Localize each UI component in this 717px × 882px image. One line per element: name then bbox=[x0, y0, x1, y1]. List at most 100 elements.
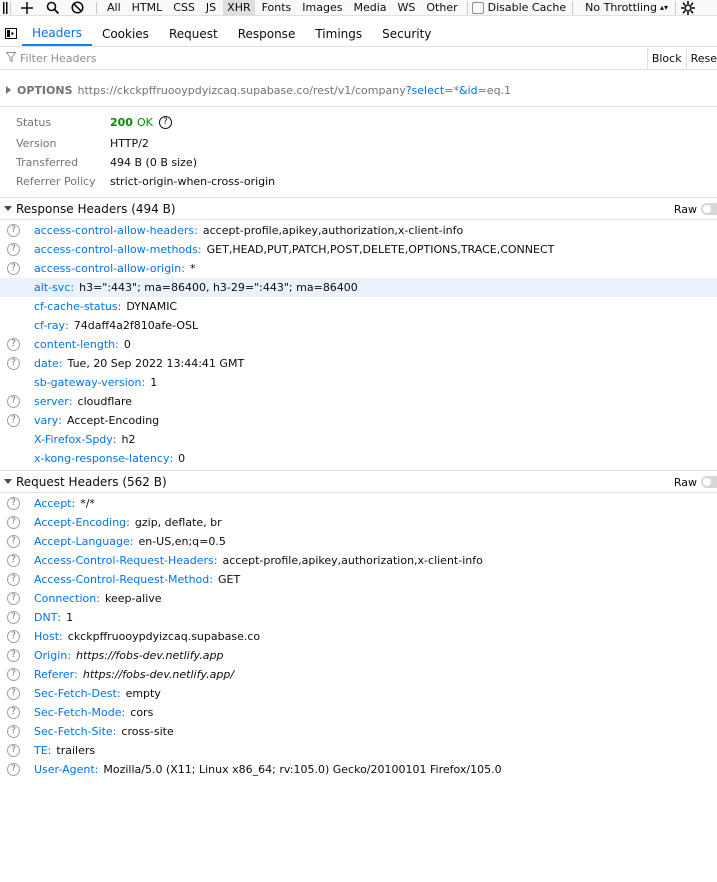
filter-ws[interactable]: WS bbox=[394, 0, 420, 16]
header-row[interactable]: ? Accept-Encoding: gzip, deflate, br bbox=[0, 513, 717, 532]
header-value[interactable]: 1 bbox=[66, 611, 73, 624]
raw-toggle[interactable]: Raw bbox=[674, 471, 717, 493]
filter-images[interactable]: Images bbox=[298, 0, 346, 16]
help-icon[interactable]: ? bbox=[7, 338, 20, 351]
header-value[interactable]: ckckpffruooypdyizcaq.supabase.co bbox=[68, 630, 260, 643]
help-icon[interactable]: ? bbox=[7, 554, 20, 567]
header-row[interactable]: x-kong-response-latency:0 bbox=[0, 449, 717, 468]
header-row[interactable]: ? Sec-Fetch-Dest: empty bbox=[0, 684, 717, 703]
help-icon[interactable]: ? bbox=[7, 357, 20, 370]
help-icon[interactable]: ? bbox=[7, 611, 20, 624]
header-value[interactable]: cloudflare bbox=[78, 395, 133, 408]
help-icon[interactable]: ? bbox=[7, 649, 20, 662]
header-row[interactable]: ? content-length:0 bbox=[0, 335, 717, 354]
header-value[interactable]: GET,HEAD,PUT,PATCH,POST,DELETE,OPTIONS,T… bbox=[207, 243, 555, 256]
header-value[interactable]: Accept-Encoding bbox=[67, 414, 159, 427]
header-value[interactable]: GET bbox=[218, 573, 240, 586]
header-row[interactable]: X-Firefox-Spdy: h2 bbox=[0, 430, 717, 449]
tab-headers[interactable]: Headers bbox=[22, 21, 92, 46]
header-value[interactable]: cross-site bbox=[121, 725, 173, 738]
header-value[interactable]: keep-alive bbox=[105, 592, 162, 605]
filter-css[interactable]: CSS bbox=[169, 0, 199, 16]
response-headers-section[interactable]: Response Headers (494 B) Raw bbox=[0, 197, 717, 220]
header-row[interactable]: ? Accept-Language: en-US,en;q=0.5 bbox=[0, 532, 717, 551]
pause-icon[interactable] bbox=[0, 0, 10, 16]
header-row[interactable]: cf-ray:74daff4a2f810afe-OSL bbox=[0, 316, 717, 335]
header-value[interactable]: DYNAMIC bbox=[126, 300, 177, 313]
help-icon[interactable]: ? bbox=[7, 592, 20, 605]
help-icon[interactable]: ? bbox=[7, 687, 20, 700]
header-value[interactable]: empty bbox=[126, 687, 161, 700]
header-value[interactable]: 0 bbox=[124, 338, 131, 351]
header-value[interactable]: cors bbox=[130, 706, 153, 719]
raw-toggle[interactable]: Raw bbox=[674, 198, 717, 220]
filter-js[interactable]: JS bbox=[202, 0, 220, 16]
request-headers-section[interactable]: Request Headers (562 B) Raw bbox=[0, 470, 717, 493]
help-icon[interactable]: ? bbox=[7, 744, 20, 757]
header-row[interactable]: ? Access-Control-Request-Method: GET bbox=[0, 570, 717, 589]
help-icon[interactable]: ? bbox=[7, 414, 20, 427]
tab-response[interactable]: Response bbox=[228, 21, 306, 46]
panel-icon[interactable] bbox=[0, 21, 22, 46]
help-icon[interactable]: ? bbox=[7, 725, 20, 738]
header-row[interactable]: ? Sec-Fetch-Site: cross-site bbox=[0, 722, 717, 741]
toggle-switch[interactable] bbox=[701, 203, 717, 215]
filter-other[interactable]: Other bbox=[422, 0, 461, 16]
header-row[interactable]: ? access-control-allow-origin: * bbox=[0, 259, 717, 278]
header-value[interactable]: 0 bbox=[178, 452, 185, 465]
header-row[interactable]: ? Referer: https://fobs-dev.netlify.app/ bbox=[0, 665, 717, 684]
header-row[interactable]: sb-gateway-version:1 bbox=[0, 373, 717, 392]
help-icon[interactable]: ? bbox=[7, 395, 20, 408]
resend-button[interactable]: Rese bbox=[685, 47, 717, 70]
header-row[interactable]: ? TE: trailers bbox=[0, 741, 717, 760]
header-row[interactable]: ? server: cloudflare bbox=[0, 392, 717, 411]
help-icon[interactable]: ? bbox=[7, 224, 20, 237]
header-row[interactable]: ? Access-Control-Request-Headers: accept-p… bbox=[0, 551, 717, 570]
header-value[interactable]: trailers bbox=[56, 744, 95, 757]
header-value[interactable]: */* bbox=[80, 497, 95, 510]
toggle-switch[interactable] bbox=[701, 476, 717, 488]
header-row[interactable]: ? date: Tue, 20 Sep 2022 13:44:41 GMT bbox=[0, 354, 717, 373]
header-value[interactable]: Mozilla/5.0 (X11; Linux x86_64; rv:105.0… bbox=[103, 763, 501, 776]
header-row[interactable]: cf-cache-status: DYNAMIC bbox=[0, 297, 717, 316]
disable-cache-checkbox[interactable]: Disable Cache bbox=[471, 1, 566, 14]
block-button[interactable]: Block bbox=[646, 47, 686, 70]
header-value[interactable]: accept-profile,apikey,authorization,x-cl… bbox=[203, 224, 463, 237]
filter-html[interactable]: HTML bbox=[128, 0, 167, 16]
header-row[interactable]: ? Host: ckckpffruooypdyizcaq.supabase.co bbox=[0, 627, 717, 646]
checkbox-box[interactable] bbox=[471, 1, 484, 14]
help-icon[interactable]: ? bbox=[7, 516, 20, 529]
help-icon[interactable]: ? bbox=[7, 497, 20, 510]
help-icon[interactable]: ? bbox=[158, 116, 172, 129]
throttling-select[interactable]: No Throttling ▴▾ bbox=[585, 1, 668, 14]
collapse-icon[interactable] bbox=[4, 206, 12, 211]
header-value[interactable]: * bbox=[190, 262, 196, 275]
header-row[interactable]: ? Accept: */* bbox=[0, 494, 717, 513]
tab-security[interactable]: Security bbox=[372, 21, 441, 46]
filter-fonts[interactable]: Fonts bbox=[258, 0, 296, 16]
header-row[interactable]: ? Sec-Fetch-Mode: cors bbox=[0, 703, 717, 722]
help-icon[interactable]: ? bbox=[7, 262, 20, 275]
header-value[interactable]: en-US,en;q=0.5 bbox=[138, 535, 225, 548]
tab-request[interactable]: Request bbox=[159, 21, 228, 46]
header-row[interactable]: ? access-control-allow-headers: accept-pro… bbox=[0, 221, 717, 240]
help-icon[interactable]: ? bbox=[7, 630, 20, 643]
help-icon[interactable]: ? bbox=[7, 535, 20, 548]
header-value[interactable]: https://fobs-dev.netlify.app/ bbox=[83, 668, 234, 681]
expand-icon[interactable] bbox=[6, 86, 11, 94]
tab-cookies[interactable]: Cookies bbox=[92, 21, 159, 46]
filter-all[interactable]: All bbox=[103, 0, 125, 16]
plus-icon[interactable] bbox=[16, 0, 38, 16]
header-row[interactable]: alt-svc: h3=":443"; ma=86400, h3-29=":443… bbox=[0, 278, 717, 297]
header-row[interactable]: ? DNT:1 bbox=[0, 608, 717, 627]
filter-headers-input[interactable]: Filter Headers bbox=[0, 52, 647, 65]
search-icon[interactable] bbox=[41, 0, 63, 16]
help-icon[interactable]: ? bbox=[7, 573, 20, 586]
header-value[interactable]: https://fobs-dev.netlify.app bbox=[76, 649, 223, 662]
filter-xhr[interactable]: XHR bbox=[223, 0, 255, 16]
request-summary[interactable]: OPTIONS https://ckckpffruooypdyizcaq.sup… bbox=[0, 78, 717, 102]
header-row[interactable]: ? Origin: https://fobs-dev.netlify.app bbox=[0, 646, 717, 665]
header-value[interactable]: gzip, deflate, br bbox=[135, 516, 222, 529]
help-icon[interactable]: ? bbox=[7, 243, 20, 256]
header-value[interactable]: h3=":443"; ma=86400, h3-29=":443"; ma=86… bbox=[79, 281, 358, 294]
